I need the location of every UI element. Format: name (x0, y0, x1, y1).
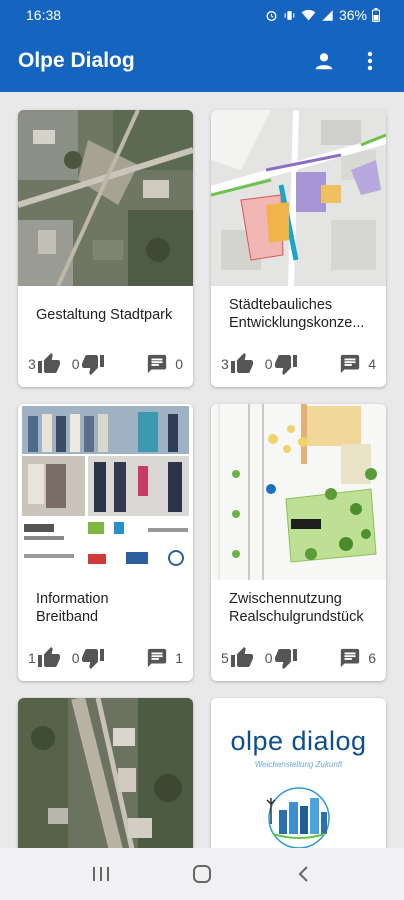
card-zwischennutzung-realschulgrundstueck[interactable]: Zwischennutzung Realschulgrundstück 5 0 … (211, 404, 386, 681)
card-title-line: Information (36, 591, 109, 607)
card-title-line: Breitband (36, 609, 99, 625)
like-count: 5 (221, 650, 229, 666)
card-title-line: Gestaltung Stadtpark (36, 307, 173, 323)
card-image-olpe-dialog-logo: olpe dialog Weichenstellung Zukunft citi… (211, 698, 386, 848)
card-gestaltung-stadtpark[interactable]: Gestaltung Stadtpark 3 0 0 (18, 110, 193, 387)
alarm-icon (266, 10, 277, 21)
comments-button[interactable]: 6 (338, 647, 376, 669)
card-grid: Gestaltung Stadtpark 3 0 0 Städtebaulich… (0, 92, 404, 848)
logo-tagline: Weichenstellung Zukunft (254, 760, 343, 769)
recent-apps-icon (92, 867, 109, 881)
status-time: 16:38 (26, 7, 62, 23)
card-title: Städtebauliches Entwicklungskonze... (229, 296, 376, 332)
comment-icon (148, 648, 167, 668)
dislike-count: 0 (71, 356, 80, 372)
like-button[interactable]: 3 (221, 352, 255, 376)
card-title-line: Realschulgrundstück (229, 609, 364, 625)
comment-icon (341, 648, 360, 668)
thumb-up-icon (37, 647, 60, 667)
card-aerial-valley[interactable] (18, 698, 193, 848)
dislike-button[interactable]: 0 (265, 646, 299, 670)
card-image-breitband-collage (18, 404, 193, 580)
like-button[interactable]: 1 (28, 646, 62, 670)
logo-brand-text: olpe dialog (230, 726, 367, 756)
comments-button[interactable]: 4 (338, 353, 376, 375)
comment-count: 6 (368, 650, 376, 666)
dislike-count: 0 (264, 650, 273, 666)
comment-count: 4 (368, 356, 376, 372)
card-image-aerial-valley (18, 698, 193, 848)
dislike-button[interactable]: 0 (265, 352, 299, 376)
system-nav-bar (0, 848, 404, 900)
signal-icon (322, 9, 333, 21)
dislike-button[interactable]: 0 (72, 352, 106, 376)
like-button[interactable]: 3 (28, 352, 62, 376)
thumb-up-icon (37, 353, 60, 373)
dislike-button[interactable]: 0 (72, 646, 106, 670)
thumb-up-icon (230, 353, 253, 373)
battery-icon (372, 8, 380, 22)
card-stats: 5 0 6 (221, 644, 376, 672)
status-icons: 36% (265, 7, 380, 23)
dislike-count: 0 (264, 356, 273, 372)
wifi-icon (301, 9, 316, 20)
card-image-urban-plan (211, 110, 386, 286)
city-skyline-icon (259, 784, 339, 848)
card-title: Zwischennutzung Realschulgrundstück (229, 590, 376, 626)
card-title: Information Breitband (36, 590, 183, 626)
like-button[interactable]: 5 (221, 646, 255, 670)
back-icon (298, 866, 309, 882)
recent-apps-button[interactable] (81, 854, 121, 894)
more-vert-icon (367, 51, 373, 71)
card-title-line: Zwischennutzung (229, 591, 342, 607)
back-button[interactable] (283, 854, 323, 894)
status-bar: 16:38 36% (0, 0, 404, 30)
thumb-down-icon (81, 355, 104, 375)
overflow-menu-button[interactable] (354, 45, 386, 77)
app-bar: Olpe Dialog (0, 30, 404, 92)
dislike-count: 0 (71, 650, 80, 666)
account-button[interactable] (308, 45, 340, 77)
thumb-down-icon (274, 355, 297, 375)
card-stats: 3 0 4 (221, 350, 376, 378)
card-image-site-plan (211, 404, 386, 580)
thumb-down-icon (274, 649, 297, 669)
card-stats: 3 0 0 (28, 350, 183, 378)
app-title: Olpe Dialog (18, 49, 135, 72)
card-olpe-dialog-logo[interactable]: olpe dialog Weichenstellung Zukunft citi… (211, 698, 386, 848)
vibrate-icon (284, 10, 295, 20)
comments-button[interactable]: 1 (145, 647, 183, 669)
comment-count: 1 (175, 650, 183, 666)
comment-icon (148, 354, 167, 374)
card-title: Gestaltung Stadtpark (36, 306, 183, 324)
card-information-breitband[interactable]: Information Breitband 1 0 1 (18, 404, 193, 681)
card-image-aerial-park (18, 110, 193, 286)
card-title-line: Städtebauliches (229, 297, 333, 313)
like-count: 3 (28, 356, 36, 372)
comment-count: 0 (175, 356, 183, 372)
like-count: 1 (28, 650, 36, 666)
thumb-down-icon (81, 649, 104, 669)
account-icon (315, 53, 333, 70)
comments-button[interactable]: 0 (145, 353, 183, 375)
home-button[interactable] (182, 854, 222, 894)
comment-icon (341, 354, 360, 374)
card-stats: 1 0 1 (28, 644, 183, 672)
like-count: 3 (221, 356, 229, 372)
home-icon (192, 865, 211, 883)
card-title-line: Entwicklungskonze... (229, 315, 365, 331)
card-staedtebauliches-entwicklungskonzept[interactable]: Städtebauliches Entwicklungskonze... 3 0… (211, 110, 386, 387)
battery-percent: 36% (338, 7, 367, 23)
thumb-up-icon (230, 647, 253, 667)
